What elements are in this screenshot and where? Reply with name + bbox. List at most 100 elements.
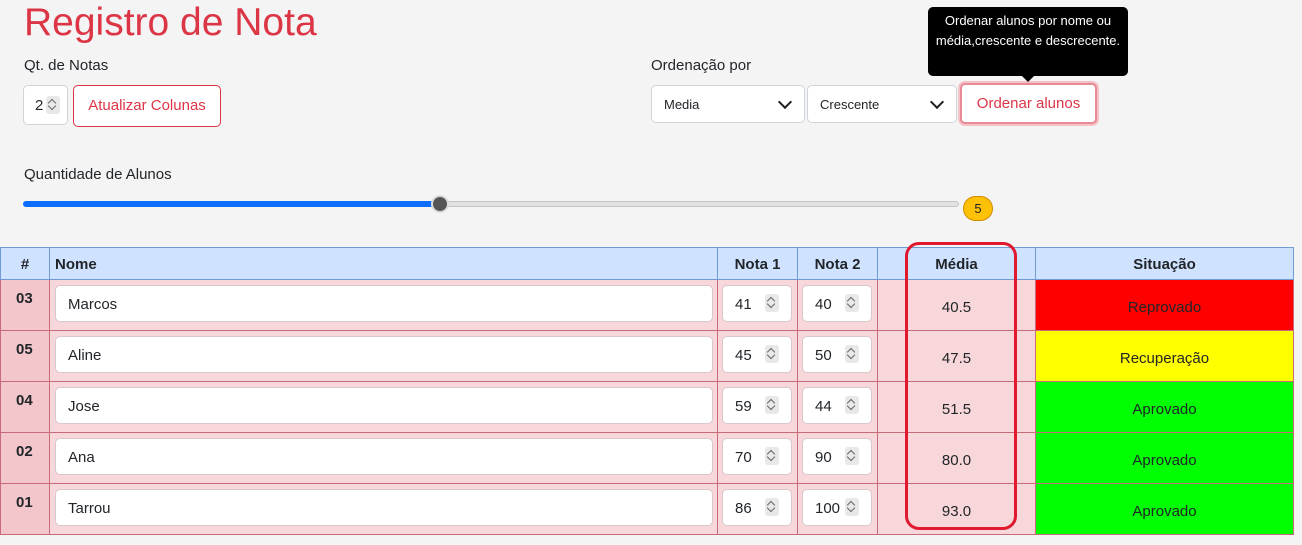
row-index-cell: 04 bbox=[0, 382, 50, 433]
student-name-input[interactable]: Jose bbox=[55, 387, 713, 424]
spinner-icon[interactable] bbox=[765, 345, 779, 363]
row-nota2-cell: 40 bbox=[798, 280, 878, 331]
table-row: 03 Marcos 41 40 40.5 Reprovado bbox=[0, 280, 1294, 331]
spinner-icon[interactable] bbox=[765, 447, 779, 465]
nota1-input[interactable]: 41 bbox=[722, 285, 792, 322]
row-name-cell: Aline bbox=[50, 331, 718, 382]
table-row: 02 Ana 70 90 80.0 Aprovado bbox=[0, 433, 1294, 484]
student-name: Tarrou bbox=[68, 500, 111, 517]
spinner-icon[interactable] bbox=[845, 294, 859, 312]
row-nota2-cell: 100 bbox=[798, 484, 878, 535]
nota2-input[interactable]: 40 bbox=[802, 285, 872, 322]
status-badge: Recuperação bbox=[1119, 350, 1210, 367]
status-badge: Aprovado bbox=[1132, 452, 1197, 469]
nota2-value: 44 bbox=[815, 398, 832, 415]
nota1-input[interactable]: 45 bbox=[722, 336, 792, 373]
status-badge: Aprovado bbox=[1132, 503, 1197, 520]
table-header-row: # Nome Nota 1 Nota 2 Média Situação bbox=[0, 247, 1294, 280]
update-columns-button[interactable]: Atualizar Colunas bbox=[73, 85, 221, 127]
header-index: # bbox=[0, 247, 50, 280]
student-name: Ana bbox=[68, 449, 95, 466]
row-nota1-cell: 41 bbox=[718, 280, 798, 331]
sort-field-select[interactable]: Media bbox=[651, 85, 805, 123]
row-nota2-cell: 90 bbox=[798, 433, 878, 484]
chevron-down-icon bbox=[929, 94, 945, 110]
notes-qty-input[interactable]: 2 bbox=[23, 85, 68, 125]
nota1-value: 59 bbox=[735, 398, 752, 415]
sort-direction-select[interactable]: Crescente bbox=[807, 85, 957, 123]
spinner-icon[interactable] bbox=[845, 447, 859, 465]
row-nota2-cell: 44 bbox=[798, 382, 878, 433]
spinner-icon[interactable] bbox=[845, 396, 859, 414]
row-index: 03 bbox=[16, 290, 33, 307]
header-situacao: Situação bbox=[1036, 247, 1294, 280]
row-index: 01 bbox=[16, 494, 33, 511]
row-nota2-cell: 50 bbox=[798, 331, 878, 382]
sort-tooltip: Ordenar alunos por nome ou média,crescen… bbox=[928, 7, 1128, 82]
student-name-input[interactable]: Tarrou bbox=[55, 489, 713, 526]
page-title: Registro de Nota bbox=[24, 1, 317, 44]
students-qty-badge: 5 bbox=[963, 196, 993, 221]
spinner-icon[interactable] bbox=[765, 396, 779, 414]
student-name: Aline bbox=[68, 347, 102, 364]
row-name-cell: Marcos bbox=[50, 280, 718, 331]
chevron-down-icon bbox=[777, 94, 793, 110]
slider-fill bbox=[23, 201, 440, 207]
sort-direction-value: Crescente bbox=[820, 97, 880, 112]
row-name-cell: Jose bbox=[50, 382, 718, 433]
nota1-input[interactable]: 59 bbox=[722, 387, 792, 424]
student-name: Marcos bbox=[68, 296, 118, 313]
spinner-icon[interactable] bbox=[845, 345, 859, 363]
table-row: 01 Tarrou 86 100 93.0 Aprovado bbox=[0, 484, 1294, 535]
nota1-input[interactable]: 70 bbox=[722, 438, 792, 475]
slider-handle[interactable] bbox=[431, 195, 449, 213]
row-index-cell: 03 bbox=[0, 280, 50, 331]
notes-qty-value: 2 bbox=[35, 97, 44, 114]
row-index: 04 bbox=[16, 392, 33, 409]
sort-field-value: Media bbox=[664, 97, 700, 112]
nota2-value: 90 bbox=[815, 449, 832, 466]
nota2-input[interactable]: 44 bbox=[802, 387, 872, 424]
student-name-input[interactable]: Marcos bbox=[55, 285, 713, 322]
table-row: 04 Jose 59 44 51.5 Aprovado bbox=[0, 382, 1294, 433]
nota2-value: 50 bbox=[815, 347, 832, 364]
nota2-input[interactable]: 100 bbox=[802, 489, 872, 526]
notes-qty-label: Qt. de Notas bbox=[24, 57, 109, 74]
spinner-icon[interactable] bbox=[845, 498, 859, 516]
row-nota1-cell: 45 bbox=[718, 331, 798, 382]
row-index-cell: 01 bbox=[0, 484, 50, 535]
tooltip-arrow bbox=[1022, 76, 1034, 82]
row-nota1-cell: 70 bbox=[718, 433, 798, 484]
row-name-cell: Ana bbox=[50, 433, 718, 484]
nota1-value: 45 bbox=[735, 347, 752, 364]
students-qty-label: Quantidade de Alunos bbox=[24, 166, 172, 183]
nota1-input[interactable]: 86 bbox=[722, 489, 792, 526]
nota2-value: 100 bbox=[815, 500, 841, 517]
student-name: Jose bbox=[68, 398, 100, 415]
student-name-input[interactable]: Ana bbox=[55, 438, 713, 475]
nota1-value: 41 bbox=[735, 296, 752, 313]
student-name-input[interactable]: Aline bbox=[55, 336, 713, 373]
spinner-icon[interactable] bbox=[765, 294, 779, 312]
table-row: 05 Aline 45 50 47.5 Recuperação bbox=[0, 331, 1294, 382]
nota1-value: 86 bbox=[735, 500, 752, 517]
row-index-cell: 02 bbox=[0, 433, 50, 484]
row-situacao-cell: Aprovado bbox=[1036, 433, 1294, 484]
row-situacao-cell: Recuperação bbox=[1036, 331, 1294, 382]
row-situacao-cell: Reprovado bbox=[1036, 280, 1294, 331]
row-index: 02 bbox=[16, 443, 33, 460]
nota2-input[interactable]: 50 bbox=[802, 336, 872, 373]
nota1-value: 70 bbox=[735, 449, 752, 466]
ordering-label: Ordenação por bbox=[651, 57, 752, 74]
row-situacao-cell: Aprovado bbox=[1036, 484, 1294, 535]
status-badge: Aprovado bbox=[1132, 401, 1197, 418]
row-nota1-cell: 86 bbox=[718, 484, 798, 535]
spinner-icon[interactable] bbox=[46, 96, 60, 114]
media-highlight-box bbox=[905, 242, 1017, 530]
spinner-icon[interactable] bbox=[765, 498, 779, 516]
sort-students-button[interactable]: Ordenar alunos bbox=[960, 83, 1097, 124]
row-name-cell: Tarrou bbox=[50, 484, 718, 535]
tooltip-text: Ordenar alunos por nome ou média,crescen… bbox=[935, 13, 1121, 48]
nota2-input[interactable]: 90 bbox=[802, 438, 872, 475]
row-nota1-cell: 59 bbox=[718, 382, 798, 433]
